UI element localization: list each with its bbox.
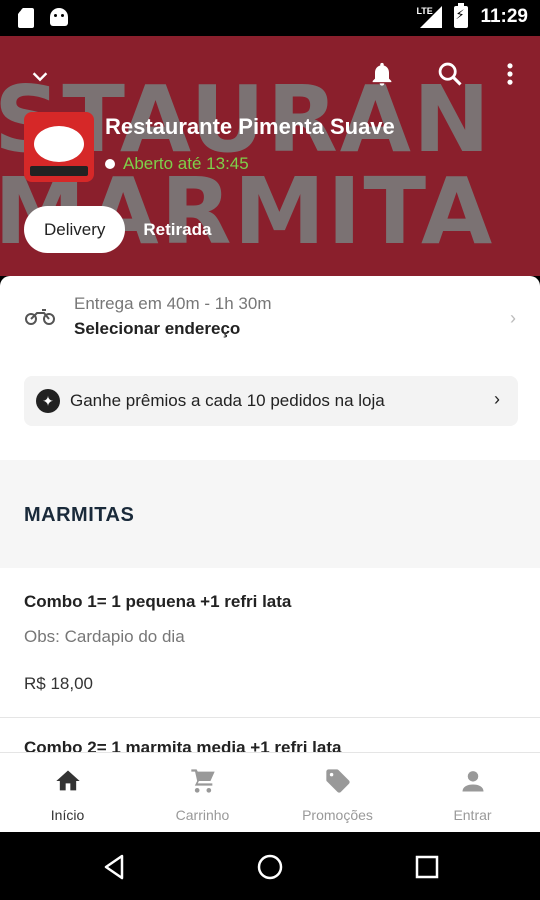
- item-name: Combo 2= 1 marmita media +1 refri lata: [24, 738, 342, 752]
- menu-item[interactable]: Combo 2= 1 marmita media +1 refri lata: [0, 738, 540, 752]
- back-icon[interactable]: [100, 852, 130, 882]
- item-name: Combo 1= 1 pequena +1 refri lata: [24, 592, 292, 611]
- category-title: MARMITAS: [24, 504, 135, 526]
- store-header: STAURAN MARMITA Restaurante Pimenta Suav…: [0, 36, 540, 276]
- more-options-button[interactable]: [490, 54, 530, 94]
- nav-login[interactable]: Entrar: [405, 753, 540, 833]
- rewards-banner[interactable]: ✦ Ganhe prêmios a cada 10 pedidos na loj…: [24, 376, 518, 426]
- tag-icon: [325, 769, 350, 793]
- open-status-dot: [105, 159, 115, 169]
- person-icon: [462, 771, 483, 792]
- category-header: MARMITAS: [0, 460, 540, 568]
- nav-cart[interactable]: Carrinho: [135, 753, 270, 833]
- store-content: Entrega em 40m - 1h 30m Selecionar ender…: [0, 276, 540, 752]
- delivery-time: Entrega em 40m - 1h 30m: [74, 294, 272, 313]
- store-logo: [24, 112, 94, 182]
- clock: 11:29: [480, 6, 528, 27]
- tab-pickup[interactable]: Retirada: [125, 206, 231, 253]
- signal-icon: LTE: [416, 6, 443, 28]
- search-icon: [438, 62, 462, 86]
- search-button[interactable]: [430, 54, 470, 94]
- notifications-button[interactable]: [362, 54, 402, 94]
- menu-item[interactable]: Combo 1= 1 pequena +1 refri lata Obs: Ca…: [0, 568, 540, 718]
- chevron-right-icon: ›: [510, 308, 516, 328]
- nav-home[interactable]: Início: [0, 753, 135, 833]
- order-mode-tabs: Delivery Retirada: [24, 206, 231, 253]
- select-address-label: Selecionar endereço: [74, 319, 241, 338]
- status-bar: LTE 11:29: [0, 0, 540, 36]
- nav-label: Promoções: [302, 807, 373, 823]
- star-badge-icon: ✦: [36, 389, 60, 413]
- home-icon: [55, 770, 80, 791]
- sd-card-icon: [18, 8, 34, 28]
- android-icon: [50, 8, 68, 26]
- recents-icon[interactable]: [412, 852, 442, 882]
- store-name: Restaurante Pimenta Suave: [105, 114, 395, 139]
- system-navigation-bar: [0, 832, 540, 900]
- item-price: R$ 18,00: [24, 674, 93, 693]
- bottom-navigation: Início Carrinho Promoções Entrar: [0, 752, 540, 832]
- nav-label: Início: [50, 807, 85, 823]
- nav-label: Entrar: [453, 807, 492, 823]
- nav-promotions[interactable]: Promoções: [270, 753, 405, 833]
- home-button-icon[interactable]: [255, 852, 285, 882]
- rewards-label: Ganhe prêmios a cada 10 pedidos na loja: [70, 391, 385, 410]
- more-vert-icon: [507, 63, 513, 85]
- nav-label: Carrinho: [175, 807, 230, 823]
- motorcycle-icon: [25, 309, 55, 325]
- item-description: Obs: Cardapio do dia: [24, 627, 185, 646]
- tab-delivery[interactable]: Delivery: [24, 206, 126, 253]
- cart-icon: [190, 769, 215, 793]
- chevron-down-icon: [32, 72, 48, 82]
- battery-icon: [454, 3, 469, 28]
- collapse-button[interactable]: [20, 56, 60, 96]
- chevron-right-icon: ›: [494, 389, 500, 409]
- bell-icon: [372, 62, 392, 86]
- open-status: Aberto até 13:45: [123, 154, 249, 173]
- delivery-address-row[interactable]: Entrega em 40m - 1h 30m Selecionar ender…: [0, 276, 540, 366]
